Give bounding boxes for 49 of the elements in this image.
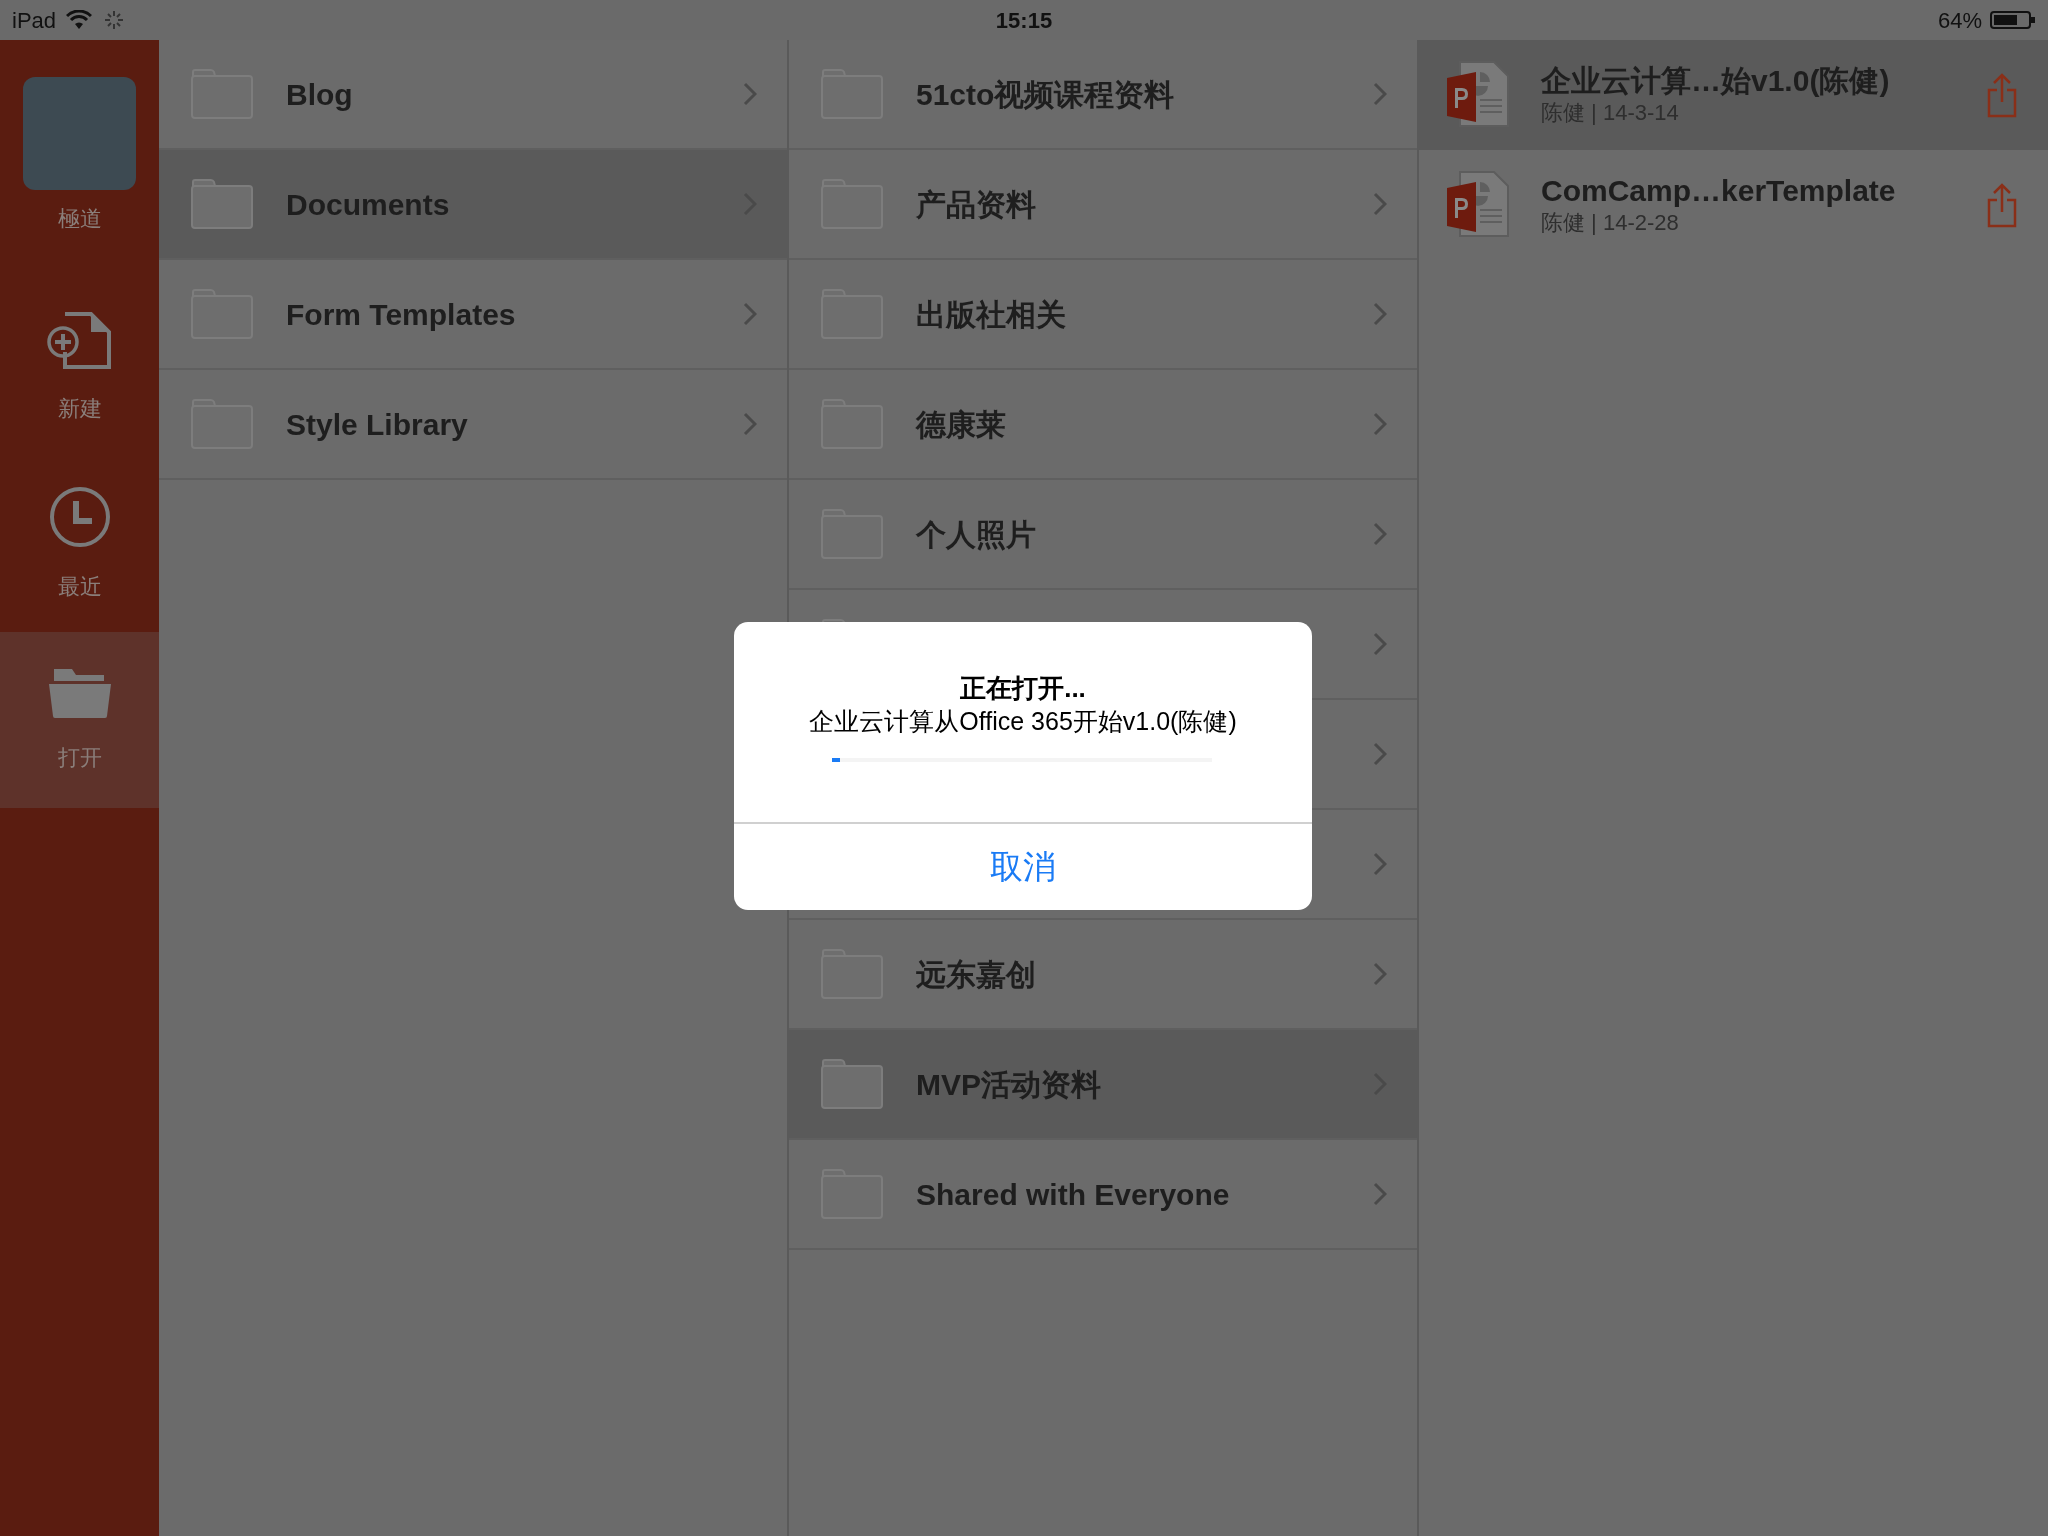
folder-icon [191, 178, 253, 230]
battery-icon [1990, 10, 2036, 30]
chevron-right-icon [1373, 412, 1387, 436]
file-row[interactable]: ComCamp…kerTemplate 陈健 | 14-2-28 [1419, 150, 2048, 260]
chevron-right-icon [743, 412, 757, 436]
folder-row[interactable]: 51cto视频课程资料 [789, 40, 1417, 150]
sidebar-tab[interactable]: 最近 [0, 456, 159, 632]
dialog-title: 正在打开... [959, 672, 1087, 704]
user-name: 極道 [57, 205, 102, 233]
folder-icon [47, 666, 112, 719]
file-name: ComCamp…kerTemplate [1541, 173, 1896, 209]
share-icon[interactable] [1986, 182, 2018, 228]
presentation-file-icon [1446, 170, 1510, 240]
dialog-message: 企业云计算从Office 365开始v1.0(陈健) [808, 706, 1238, 737]
new-document-icon [46, 311, 113, 370]
chevron-right-icon [1373, 962, 1387, 986]
chevron-right-icon [1373, 632, 1387, 656]
folder-row[interactable]: MVP活动资料 [789, 1030, 1417, 1140]
file-name: 企业云计算…始v1.0(陈健) [1541, 63, 1890, 99]
folder-row[interactable]: 产品资料 [789, 150, 1417, 260]
file-meta: 陈健 | 14-2-28 [1541, 209, 1680, 237]
chevron-right-icon [743, 302, 757, 326]
sidebar-tab[interactable]: 新建 [0, 280, 159, 456]
sidebar-tab[interactable]: 打开 [0, 632, 159, 808]
share-icon[interactable] [1986, 72, 2018, 118]
chevron-right-icon [1373, 1182, 1387, 1206]
chevron-right-icon [1373, 742, 1387, 766]
clock-icon [48, 485, 111, 548]
folder-row[interactable]: Documents [159, 150, 787, 260]
folder-row[interactable]: Form Templates [159, 260, 787, 370]
chevron-right-icon [1373, 192, 1387, 216]
photo-placeholder[interactable] [23, 77, 136, 190]
folder-row[interactable]: 个人照片 [789, 480, 1417, 590]
folder-row[interactable]: Style Library [159, 370, 787, 480]
activity-spinner-icon [104, 10, 125, 30]
chevron-right-icon [1373, 82, 1387, 106]
wifi-icon [66, 10, 93, 30]
folder-icon [821, 1058, 883, 1110]
folder-row[interactable]: 德康莱 [789, 370, 1417, 480]
device-name: iPad [12, 6, 57, 35]
folder-row[interactable]: Shared with Everyone [789, 1140, 1417, 1250]
battery-percent: 64% [1937, 6, 1982, 35]
clock: 15:15 [995, 6, 1053, 35]
chevron-right-icon [1373, 852, 1387, 876]
folder-row[interactable]: 出版社相关 [789, 260, 1417, 370]
chevron-right-icon [1373, 522, 1387, 546]
chevron-right-icon [1373, 302, 1387, 326]
chevron-right-icon [743, 82, 757, 106]
cancel-button[interactable]: 取消 [734, 824, 1312, 910]
